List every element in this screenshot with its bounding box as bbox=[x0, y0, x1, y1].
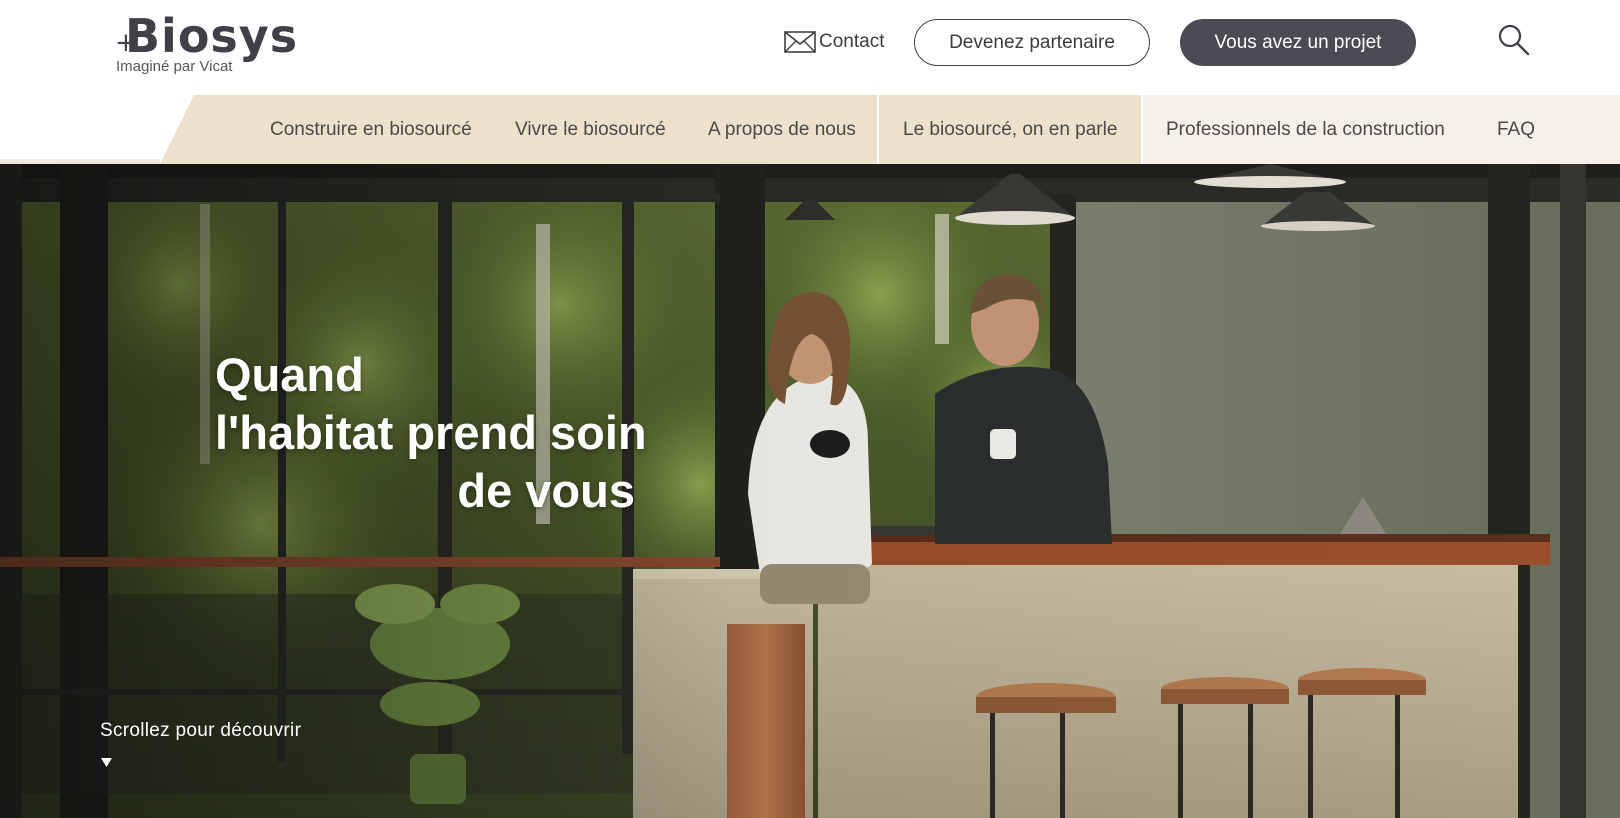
nav-item-construire[interactable]: Construire en biosourcé bbox=[270, 95, 472, 164]
arrow-down-icon[interactable] bbox=[101, 758, 112, 767]
site-header: + Biosys Imaginé par Vicat Contact Deven… bbox=[0, 0, 1620, 95]
hero-title: Quand l'habitat prend soin de vous bbox=[215, 346, 647, 520]
main-navigation: Construire en biosourcé Vivre le biosour… bbox=[0, 95, 1620, 164]
scroll-hint[interactable]: Scrollez pour découvrir bbox=[100, 720, 301, 742]
contact-link[interactable]: Contact bbox=[784, 28, 884, 56]
become-partner-button[interactable]: Devenez partenaire bbox=[914, 19, 1150, 66]
hero-title-line-1: Quand bbox=[215, 348, 364, 401]
hero-section: Quand l'habitat prend soin de vous Scrol… bbox=[0, 164, 1620, 818]
search-icon[interactable] bbox=[1497, 23, 1531, 57]
start-project-button[interactable]: Vous avez un projet bbox=[1180, 19, 1416, 66]
envelope-icon bbox=[784, 31, 816, 53]
contact-label: Contact bbox=[819, 31, 885, 52]
hero-title-line-2: l'habitat prend soin bbox=[215, 406, 647, 459]
biosys-logo[interactable]: + Biosys Imaginé par Vicat bbox=[115, 9, 299, 76]
nav-item-on-en-parle[interactable]: Le biosourcé, on en parle bbox=[903, 95, 1117, 164]
nav-item-a-propos[interactable]: A propos de nous bbox=[708, 95, 856, 164]
logo-tagline: Imaginé par Vicat bbox=[116, 58, 233, 75]
hero-title-line-3: de vous bbox=[457, 464, 635, 517]
nav-divider bbox=[1141, 95, 1143, 164]
logo-wordmark: Biosys bbox=[125, 9, 299, 63]
nav-item-faq[interactable]: FAQ bbox=[1497, 95, 1535, 164]
nav-item-vivre[interactable]: Vivre le biosourcé bbox=[515, 95, 666, 164]
nav-item-professionnels[interactable]: Professionnels de la construction bbox=[1166, 95, 1445, 164]
nav-divider bbox=[877, 95, 879, 164]
